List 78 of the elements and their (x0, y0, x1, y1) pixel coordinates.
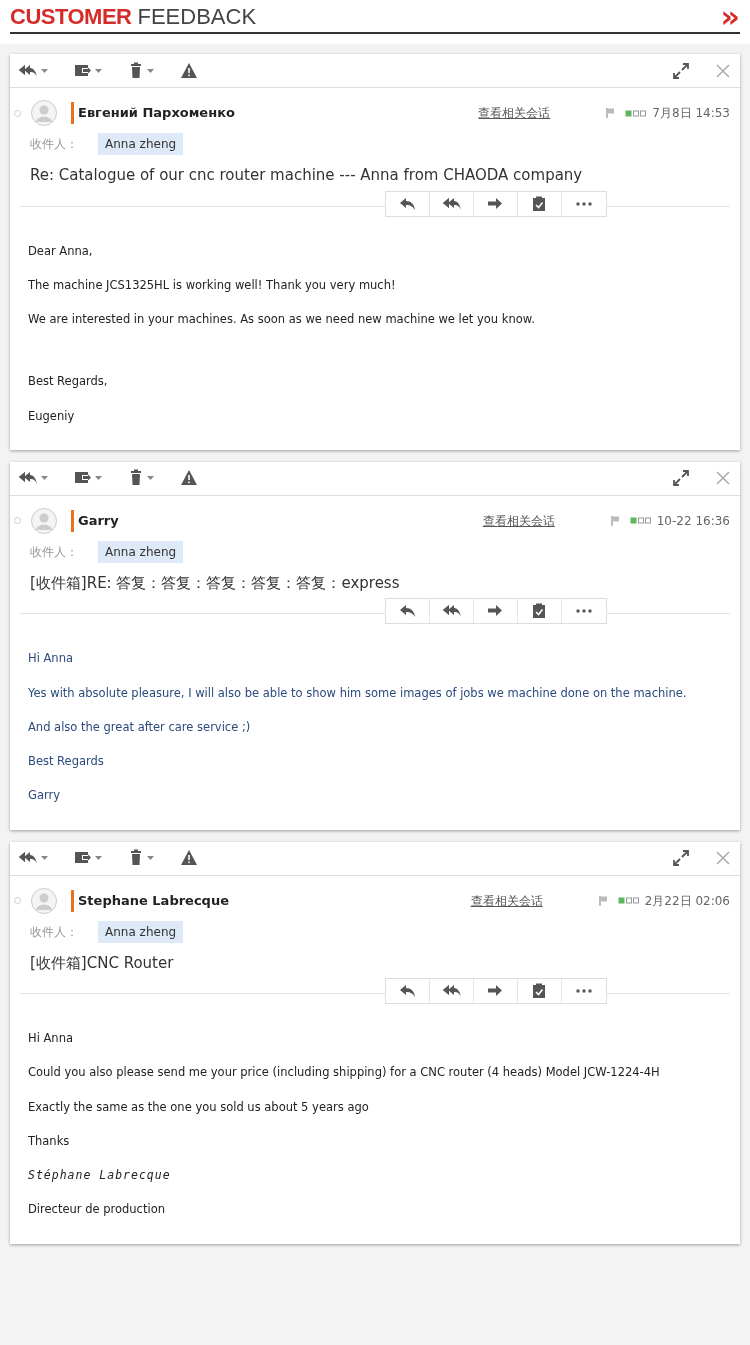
recipient-chip[interactable]: Anna zheng (98, 920, 184, 943)
related-conversation-link[interactable]: 查看相关会话 (470, 891, 543, 910)
expand-icon (672, 469, 690, 488)
warning-button[interactable] (180, 61, 198, 80)
body-text: Hi Anna (28, 1030, 74, 1047)
warning-icon (180, 469, 198, 488)
related-conversation-link[interactable]: 查看相关会话 (478, 104, 551, 122)
avatar-icon (31, 887, 57, 914)
flag-icon (609, 514, 620, 527)
recipient-chip[interactable]: Anna zheng (98, 540, 184, 563)
flag-icon (597, 894, 608, 907)
warning-icon (180, 849, 198, 867)
trash-button[interactable] (128, 61, 154, 80)
more-icon (576, 201, 592, 206)
caret-icon (95, 856, 102, 860)
body-text: Best Regards (28, 753, 105, 770)
body-text: Dear Anna, (28, 242, 94, 260)
body-text: Hi Anna (28, 650, 74, 668)
more-icon (576, 989, 592, 993)
expand-icon (672, 61, 690, 80)
page-title: CUSTOMER (10, 3, 132, 31)
expand-button[interactable] (672, 469, 690, 488)
expand-icon (672, 849, 690, 867)
expand-button[interactable] (672, 849, 690, 867)
body-text: Best Regards, (28, 373, 109, 391)
email-date: 7月8日 14:53 (652, 105, 730, 122)
caret-icon (95, 68, 102, 73)
trash-button[interactable] (128, 469, 154, 488)
body-text: Directeur de production (28, 1201, 166, 1219)
recipient-chip[interactable]: Anna zheng (98, 133, 184, 155)
caret-icon (41, 68, 48, 73)
body-text: Garry (28, 787, 62, 805)
related-conversation-link[interactable]: 查看相关会话 (482, 511, 555, 530)
email-date: 2月22日 02:06 (644, 892, 730, 910)
recipient-label: 收件人： (30, 543, 79, 561)
warning-button[interactable] (180, 849, 198, 867)
avatar-icon (31, 507, 57, 534)
email-date: 10-22 16:36 (656, 512, 730, 530)
more-icon (576, 609, 592, 614)
priority-icon (617, 897, 639, 904)
caret-icon (41, 856, 48, 860)
caret-icon (41, 476, 48, 481)
priority-icon (629, 517, 651, 525)
expand-button[interactable] (672, 61, 690, 80)
recipient-label: 收件人： (30, 923, 79, 941)
sender-name: Stephane Labrecque (71, 889, 229, 912)
priority-icon (625, 109, 647, 117)
body-text: Exactly the same as the one you sold us about 5 years ago (28, 1098, 370, 1116)
caret-icon (95, 476, 102, 481)
close-icon (714, 61, 732, 80)
page-title: FEEDBACK (137, 3, 257, 31)
email-subject: [收件箱]CNC Router (29, 952, 175, 974)
signature-text: Stéphane Labrecque (28, 1167, 172, 1184)
close-icon (714, 849, 732, 867)
email-subject: [收件箱]RE: 答复：答复：答复：答复：答复：express (29, 572, 401, 594)
caret-icon (147, 476, 154, 481)
body-text: The machine JCS1325HL is working well! Thank you very much! (28, 276, 397, 294)
body-text: Yes with absolute pleasure, I will also be able to show him some images of jobs we machine done on the machine. (28, 684, 688, 702)
chevron-link[interactable]: » (720, 2, 740, 32)
sender-name: Евгений Пархоменко (71, 102, 235, 124)
caret-icon (147, 68, 154, 73)
warning-icon (180, 61, 198, 80)
body-text: Thanks (28, 1132, 71, 1150)
warning-button[interactable] (180, 469, 198, 488)
avatar-icon (31, 100, 57, 126)
trash-icon (128, 469, 144, 488)
email-subject: Re: Catalogue of our cnc router machine --- Anna from CHAODA company (29, 165, 584, 186)
body-text: We are interested in your machines. As soon as we need new machine we let you know. (28, 311, 536, 328)
recipient-label: 收件人： (30, 136, 79, 153)
body-text: Could you also please send me your price (including shipping) for a CNC router (4 heads) Model JCW-1224-4H (28, 1064, 661, 1082)
trash-icon (128, 61, 144, 80)
trash-button[interactable] (128, 849, 154, 867)
trash-icon (128, 849, 144, 867)
body-text: Eugeniy (28, 407, 76, 425)
caret-icon (147, 856, 154, 860)
flag-icon (605, 107, 616, 119)
sender-name: Garry (71, 509, 119, 532)
body-text: And also the great after care service ;) (28, 718, 252, 736)
